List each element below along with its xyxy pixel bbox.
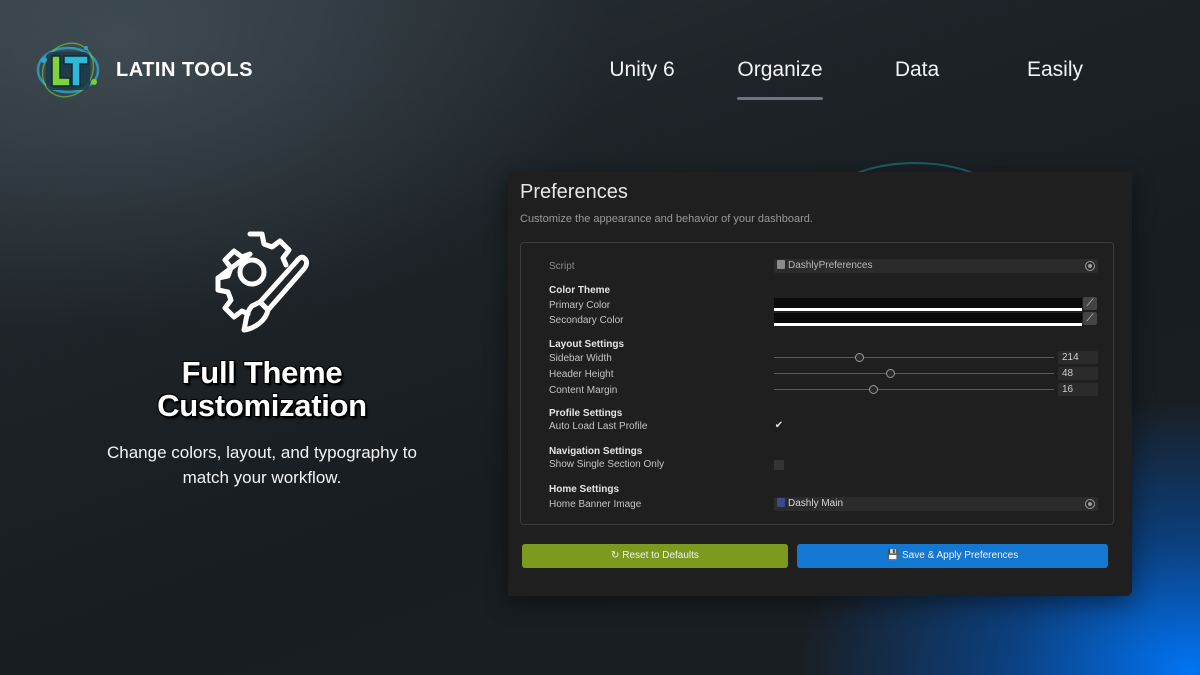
secondary-color-label: Secondary Color (549, 315, 624, 326)
auto-load-label: Auto Load Last Profile (549, 421, 648, 432)
script-label: Script (549, 261, 575, 272)
nav-item-organize[interactable]: Organize (737, 58, 822, 82)
profile-settings-header: Profile Settings (549, 408, 623, 419)
object-picker-icon[interactable] (1085, 499, 1095, 509)
nav-item-unity-6[interactable]: Unity 6 (609, 58, 674, 82)
sidebar-width-slider[interactable] (774, 353, 1054, 362)
sidebar-width-input[interactable]: 214 (1058, 351, 1098, 364)
panel-description: Customize the appearance and behavior of… (520, 213, 813, 225)
slider-thumb[interactable] (886, 369, 895, 378)
nav-item-easily[interactable]: Easily (1027, 58, 1083, 82)
navigation-settings-header: Navigation Settings (549, 446, 643, 457)
eyedropper-icon[interactable]: ⟋ (1083, 312, 1097, 325)
home-settings-header: Home Settings (549, 484, 620, 495)
header-height-label: Header Height (549, 369, 614, 380)
home-banner-field[interactable]: Dashly Main (774, 497, 1098, 511)
panel-title: Preferences (520, 181, 628, 203)
primary-color-label: Primary Color (549, 300, 611, 311)
layout-settings-header: Layout Settings (549, 339, 625, 350)
home-banner-label: Home Banner Image (549, 499, 642, 510)
content-margin-slider[interactable] (774, 385, 1054, 394)
inspector-box: Script DashlyPreferences Color Theme Pri… (520, 242, 1114, 525)
image-thumbnail-icon (777, 498, 785, 507)
content-margin-label: Content Margin (549, 385, 618, 396)
single-section-label: Show Single Section Only (549, 459, 665, 470)
nav-active-indicator (737, 97, 823, 100)
primary-color-swatch[interactable] (774, 298, 1082, 311)
sidebar-width-label: Sidebar Width (549, 353, 612, 364)
hero-subtitle: Change colors, layout, and typography to… (107, 443, 417, 487)
hero-title: Full Theme Customization (157, 355, 367, 423)
header-height-input[interactable]: 48 (1058, 367, 1098, 380)
reset-icon: ↻ (611, 550, 620, 561)
save-apply-button[interactable]: 💾 Save & Apply Preferences (797, 544, 1108, 568)
top-nav: Unity 6 Organize Data Easily (0, 58, 1200, 108)
content-margin-input[interactable]: 16 (1058, 383, 1098, 396)
script-file-icon (777, 260, 785, 269)
slider-thumb[interactable] (869, 385, 879, 394)
nav-item-data[interactable]: Data (895, 58, 939, 82)
header-height-slider[interactable] (774, 369, 1054, 378)
preferences-panel: Preferences Customize the appearance and… (508, 172, 1132, 596)
object-picker-icon[interactable] (1085, 261, 1095, 271)
gear-paintbrush-icon (215, 231, 309, 333)
eyedropper-icon[interactable]: ⟋ (1083, 297, 1097, 310)
script-field[interactable]: DashlyPreferences (774, 259, 1098, 273)
single-section-checkbox[interactable] (774, 460, 784, 470)
reset-defaults-button[interactable]: ↻ Reset to Defaults (522, 544, 788, 568)
slider-thumb[interactable] (855, 353, 865, 362)
save-disk-icon: 💾 (886, 550, 900, 561)
color-theme-header: Color Theme (549, 285, 611, 296)
secondary-color-swatch[interactable] (774, 313, 1082, 326)
auto-load-checkbox[interactable]: ✔ (774, 421, 784, 431)
